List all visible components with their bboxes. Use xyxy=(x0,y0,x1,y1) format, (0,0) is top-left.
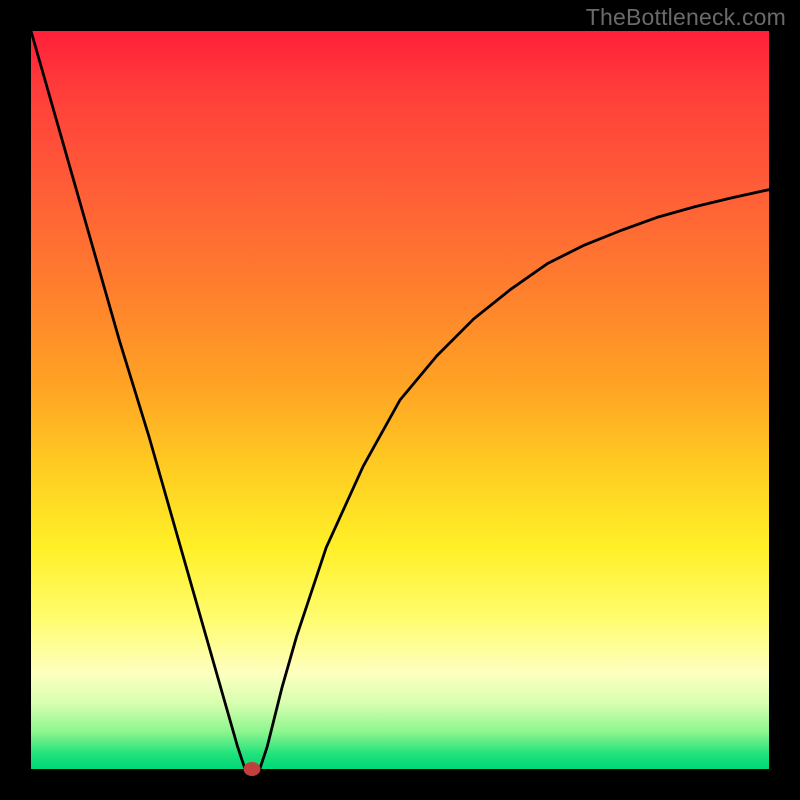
plot-area xyxy=(31,31,769,769)
chart-frame: TheBottleneck.com xyxy=(0,0,800,800)
curve-path xyxy=(31,31,769,769)
curve-svg xyxy=(31,31,769,769)
watermark-text: TheBottleneck.com xyxy=(586,4,786,31)
minimum-marker xyxy=(244,762,261,776)
